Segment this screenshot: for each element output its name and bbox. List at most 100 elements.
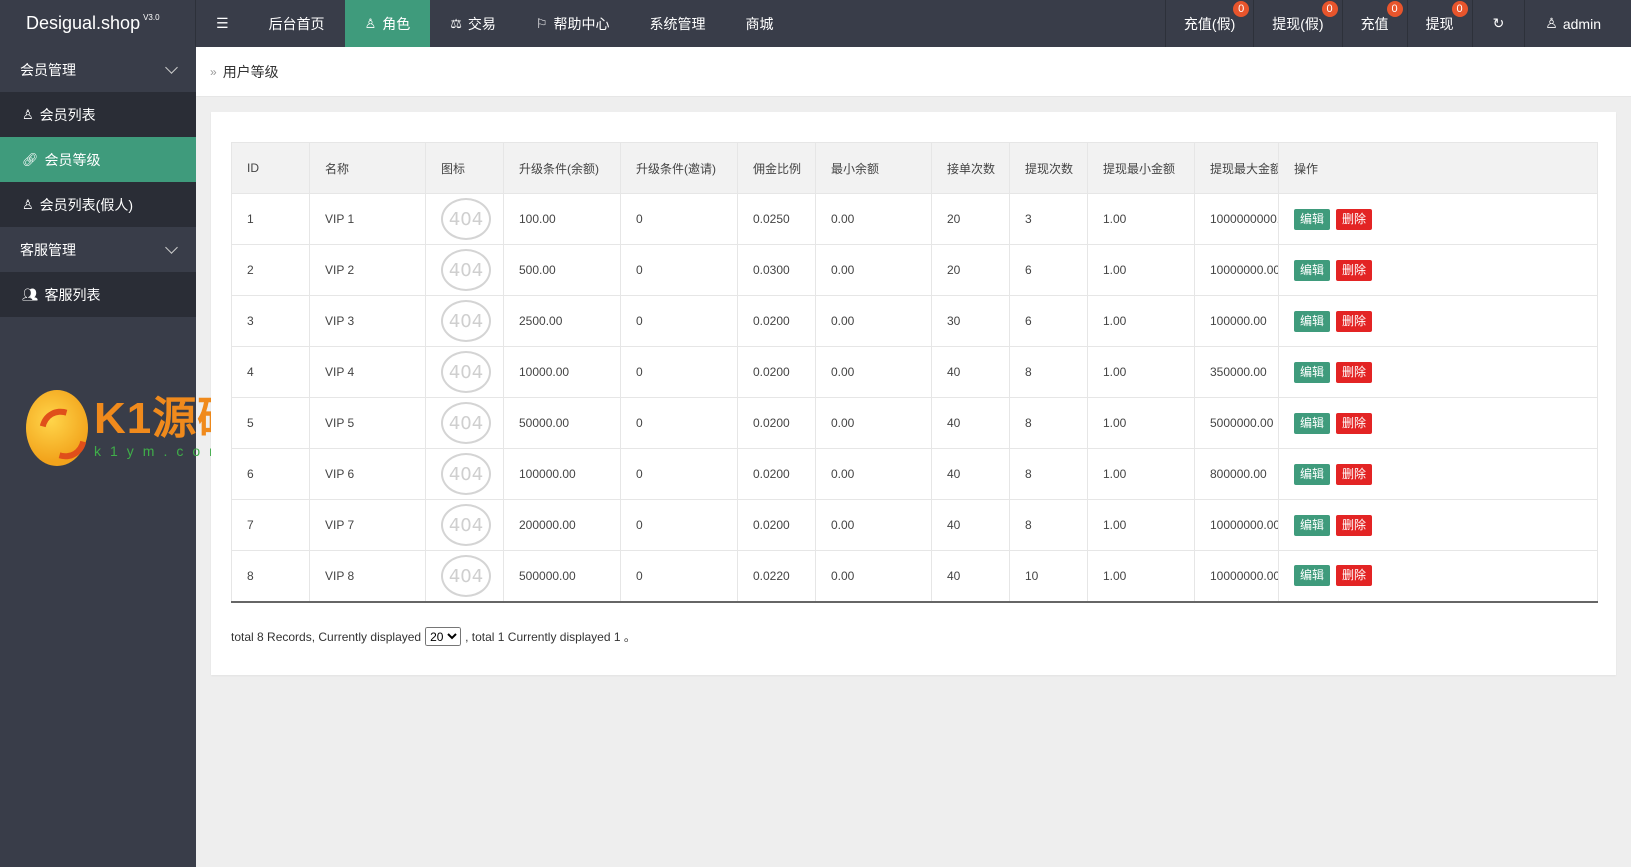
edit-button[interactable]: 编辑 (1294, 208, 1331, 230)
cell-upgrade-balance: 200000.00 (503, 499, 621, 551)
delete-button[interactable]: 删除 (1336, 361, 1373, 383)
edit-button[interactable]: 编辑 (1294, 310, 1331, 332)
cell-commission: 0.0200 (737, 397, 816, 449)
delete-button[interactable]: 删除 (1336, 259, 1373, 281)
sidebar-item-fake-member-list[interactable]: ♙ 会员列表(假人) (0, 182, 196, 227)
broken-image-icon: 404 (441, 554, 491, 597)
table-header-row: ID 名称 图标 升级条件(余额) 升级条件(邀请) 佣金比例 最小余额 接单次数 提现次数 提现… (231, 142, 1598, 194)
table-row: 5 VIP 5 404 50000.00 0 0.0200 0.00 40 8 1.00 50000… (231, 397, 1598, 449)
nav-item-trade[interactable]: ⚖ 交易 (430, 0, 516, 47)
recharge-fake-button[interactable]: 充值(假) 0 (1164, 0, 1253, 47)
brand-logo[interactable]: Desigual.shop V3.0 (0, 0, 196, 47)
cell-order-count: 40 (931, 499, 1010, 551)
column-header: 操作 (1278, 142, 1598, 194)
cell-upgrade-invite: 0 (620, 346, 738, 398)
column-header: 接单次数 (931, 142, 1010, 194)
menu-toggle-icon: ☰ (216, 15, 229, 31)
cell-upgrade-invite: 0 (620, 193, 738, 245)
sidebar-group-service[interactable]: 客服管理 (0, 227, 196, 272)
refresh-button[interactable]: ↻ (1471, 0, 1525, 47)
link-icon: 🔗︎ (22, 151, 39, 167)
sidebar-item-service-list[interactable]: 👥︎ 客服列表 (0, 272, 196, 317)
nav-item-home[interactable]: 后台首页 (249, 0, 345, 47)
broken-image-icon: 404 (441, 198, 491, 240)
menu-toggle-button[interactable]: ☰ (196, 0, 249, 47)
delete-button[interactable]: 删除 (1336, 463, 1373, 485)
user-menu[interactable]: ♙ admin (1524, 0, 1631, 47)
cell-upgrade-invite: 0 (620, 295, 738, 347)
brand-name: Desigual.shop (26, 13, 141, 33)
page-size-select[interactable]: 20 (425, 627, 462, 646)
cell-id: 6 (231, 448, 310, 500)
cell-upgrade-invite: 0 (620, 448, 738, 500)
header-right: 充值(假) 0 提现(假) 0 充值 0 提现 0 ↻ ♙ admin (1164, 0, 1631, 47)
cell-icon: 404 (425, 193, 504, 245)
cell-withdraw-min: 1.00 (1087, 193, 1195, 245)
cell-icon: 404 (425, 397, 504, 449)
cell-actions: 编辑 删除 (1278, 346, 1598, 398)
sidebar-item-member-list[interactable]: ♙ 会员列表 (0, 92, 196, 137)
delete-button[interactable]: 删除 (1336, 208, 1373, 230)
table-row: 1 VIP 1 404 100.00 0 0.0250 0.00 20 3 1.00 1000000… (231, 193, 1598, 245)
chevron-down-icon (165, 60, 178, 74)
cell-upgrade-balance: 500000.00 (503, 550, 621, 603)
edit-button[interactable]: 编辑 (1294, 514, 1331, 536)
delete-button[interactable]: 删除 (1336, 310, 1373, 332)
chevron-down-icon (165, 240, 178, 254)
edit-button[interactable]: 编辑 (1294, 463, 1331, 485)
cell-withdraw-max: 10000000.00 (1194, 499, 1279, 551)
nav-label: 系统管理 (649, 15, 706, 32)
cell-order-count: 40 (931, 397, 1010, 449)
cell-min-balance: 0.00 (815, 448, 932, 500)
delete-button[interactable]: 删除 (1336, 565, 1373, 587)
delete-button[interactable]: 删除 (1336, 412, 1373, 434)
cell-id: 3 (231, 295, 310, 347)
count-badge: 0 (1451, 1, 1468, 17)
header-link-label: 提现(假) (1272, 15, 1324, 32)
edit-button[interactable]: 编辑 (1294, 565, 1331, 587)
delete-button[interactable]: 删除 (1336, 514, 1373, 536)
cell-upgrade-balance: 50000.00 (503, 397, 621, 449)
nav-label: 后台首页 (268, 15, 325, 32)
pagination: total 8 Records, Currently displayed 20 … (231, 627, 636, 646)
sidebar-item-member-level[interactable]: 🔗︎ 会员等级 (0, 137, 196, 182)
cell-upgrade-balance: 500.00 (503, 244, 621, 296)
nav-item-shop[interactable]: 商城 (726, 0, 794, 47)
sidebar-group-member[interactable]: 会员管理 (0, 47, 196, 92)
withdraw-button[interactable]: 提现 0 (1406, 0, 1472, 47)
cell-name: VIP 2 (309, 244, 426, 296)
top-navbar: Desigual.shop V3.0 ☰ 后台首页 ♙ 角色 ⚖ 交易 ⚐ 帮助… (0, 0, 1631, 47)
withdraw-fake-button[interactable]: 提现(假) 0 (1253, 0, 1341, 47)
cell-commission: 0.0250 (737, 193, 816, 245)
cell-withdraw-min: 1.00 (1087, 244, 1195, 296)
edit-button[interactable]: 编辑 (1294, 259, 1331, 281)
nav-label: 角色 (382, 15, 411, 32)
cell-upgrade-balance: 10000.00 (503, 346, 621, 398)
user-icon: ♙ (22, 196, 34, 212)
cell-id: 4 (231, 346, 310, 398)
column-header: 最小余额 (815, 142, 932, 194)
cell-order-count: 20 (931, 193, 1010, 245)
cell-icon: 404 (425, 244, 504, 296)
edit-button[interactable]: 编辑 (1294, 361, 1331, 383)
broken-image-icon: 404 (441, 402, 491, 444)
level-table: ID 名称 图标 升级条件(余额) 升级条件(邀请) 佣金比例 最小余额 接单次数 提现次数 提现… (231, 142, 1598, 603)
nav-item-role[interactable]: ♙ 角色 (344, 0, 431, 47)
cell-withdraw-max: 800000.00 (1194, 448, 1279, 500)
nav-item-help[interactable]: ⚐ 帮助中心 (516, 0, 630, 47)
cell-icon: 404 (425, 499, 504, 551)
cell-withdraw-min: 1.00 (1087, 448, 1195, 500)
nav-item-system[interactable]: 系统管理 (630, 0, 726, 47)
cell-withdraw-min: 1.00 (1087, 499, 1195, 551)
cell-order-count: 40 (931, 346, 1010, 398)
brand-version: V3.0 (143, 13, 160, 22)
pager-suffix: , total 1 Currently displayed 1 。 (465, 630, 636, 644)
recharge-button[interactable]: 充值 0 (1341, 0, 1407, 47)
edit-button[interactable]: 编辑 (1294, 412, 1331, 434)
cell-id: 8 (231, 550, 310, 603)
cell-actions: 编辑 删除 (1278, 448, 1598, 500)
user-name: admin (1562, 15, 1601, 32)
cell-name: VIP 3 (309, 295, 426, 347)
cell-name: VIP 1 (309, 193, 426, 245)
user-icon: ♙ (1545, 15, 1558, 31)
